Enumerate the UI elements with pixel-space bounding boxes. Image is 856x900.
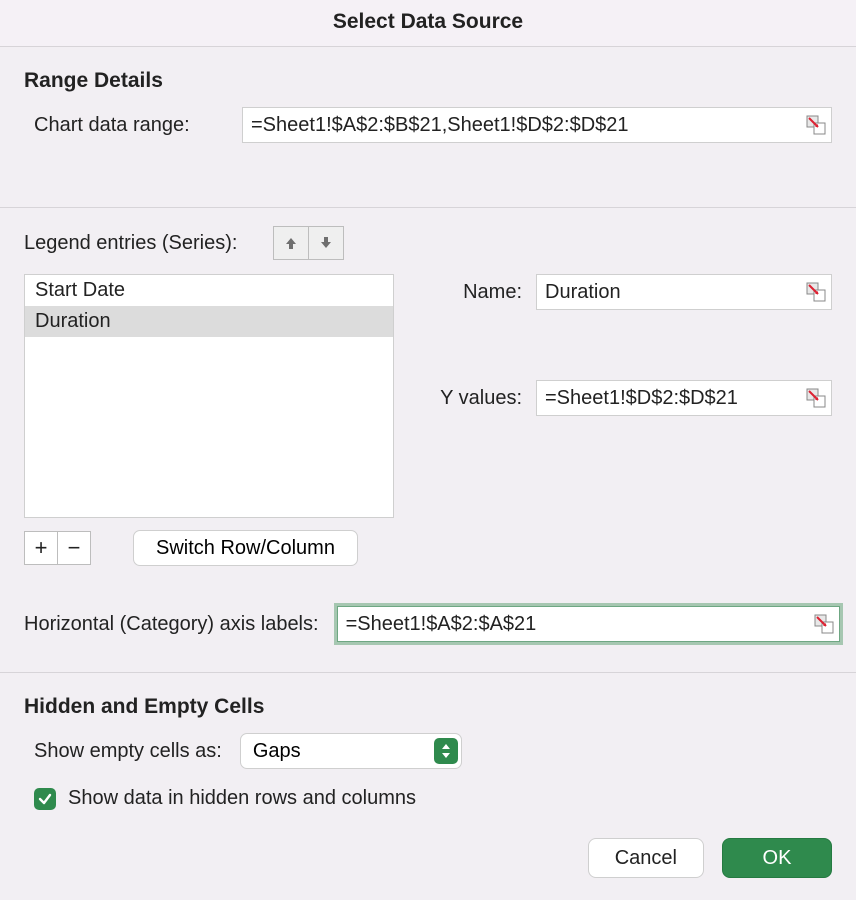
series-listbox[interactable]: Start DateDuration xyxy=(24,274,394,518)
series-name-input[interactable] xyxy=(536,274,832,310)
hidden-empty-section: Hidden and Empty Cells Show empty cells … xyxy=(0,673,856,820)
list-item[interactable]: Duration xyxy=(25,306,393,337)
remove-series-button[interactable]: − xyxy=(57,531,91,565)
dialog-title: Select Data Source xyxy=(333,10,523,33)
range-selector-icon[interactable] xyxy=(806,282,826,302)
series-name-label: Name: xyxy=(434,281,536,304)
list-item[interactable]: Start Date xyxy=(25,275,393,306)
series-yvalues-input[interactable] xyxy=(536,380,832,416)
show-empty-select[interactable]: Gaps xyxy=(240,733,462,769)
dialog-titlebar: Select Data Source xyxy=(0,0,856,47)
select-data-source-dialog: Select Data Source Range Details Chart d… xyxy=(0,0,856,878)
chevron-updown-icon xyxy=(434,738,458,764)
legend-entries-label: Legend entries (Series): xyxy=(24,232,237,255)
show-hidden-label: Show data in hidden rows and columns xyxy=(68,787,416,810)
range-selector-icon[interactable] xyxy=(806,388,826,408)
switch-row-column-button[interactable]: Switch Row/Column xyxy=(133,530,358,566)
chart-data-range-label: Chart data range: xyxy=(24,114,242,137)
show-hidden-checkbox[interactable] xyxy=(34,788,56,810)
dialog-footer: Cancel OK xyxy=(0,820,856,878)
move-series-up-button[interactable] xyxy=(273,226,309,260)
range-details-heading: Range Details xyxy=(24,69,832,93)
show-empty-label: Show empty cells as: xyxy=(34,740,222,763)
range-details-section: Range Details Chart data range: xyxy=(0,47,856,167)
cancel-button[interactable]: Cancel xyxy=(588,838,704,878)
range-selector-icon[interactable] xyxy=(806,115,826,135)
series-yvalues-label: Y values: xyxy=(434,387,536,410)
add-series-button[interactable]: + xyxy=(24,531,58,565)
hidden-empty-heading: Hidden and Empty Cells xyxy=(24,695,832,719)
axis-labels-label: Horizontal (Category) axis labels: xyxy=(24,613,319,636)
move-series-down-button[interactable] xyxy=(308,226,344,260)
ok-button[interactable]: OK xyxy=(722,838,832,878)
legend-entries-section: Legend entries (Series): Start DateDurat… xyxy=(0,208,856,566)
range-selector-icon[interactable] xyxy=(814,614,834,634)
chart-data-range-input[interactable] xyxy=(242,107,832,143)
axis-labels-input[interactable] xyxy=(337,606,840,642)
